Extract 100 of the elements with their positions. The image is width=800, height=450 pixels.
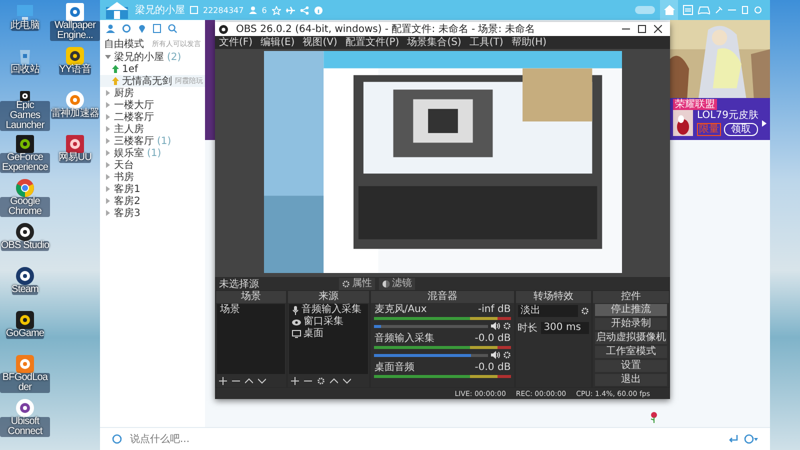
channel-count: (1) <box>147 148 162 158</box>
down-icon[interactable] <box>258 377 266 385</box>
caret-icon[interactable] <box>105 162 111 168</box>
star-icon[interactable] <box>272 6 281 14</box>
arrow-right-icon[interactable] <box>762 120 767 126</box>
caret-icon[interactable] <box>105 174 111 180</box>
volume-slider[interactable] <box>374 354 488 356</box>
up-icon[interactable] <box>330 377 338 385</box>
desktop-icon-label: Wallpaper Engine... <box>50 21 100 41</box>
channel-name[interactable]: 客房2 <box>114 196 140 206</box>
monitor-icon[interactable] <box>16 3 34 21</box>
gear-icon[interactable] <box>502 351 511 359</box>
menu-item[interactable]: 文件(F) <box>219 36 253 48</box>
gear-icon[interactable] <box>581 307 590 315</box>
person-icon[interactable] <box>106 24 115 33</box>
channel-name[interactable]: 天台 <box>114 160 134 170</box>
app-icon[interactable] <box>16 311 34 329</box>
message-field[interactable]: 说点什么吧... <box>128 432 723 446</box>
down-icon[interactable] <box>342 377 351 385</box>
add-icon[interactable] <box>290 377 299 385</box>
toolbar-button[interactable]: 属性 <box>339 278 375 290</box>
list-icon[interactable] <box>683 5 693 15</box>
app-icon[interactable] <box>66 47 84 65</box>
channel-count: (1) <box>157 136 172 146</box>
speaker-icon[interactable] <box>490 351 500 359</box>
home-tab[interactable] <box>660 0 678 20</box>
menu-item[interactable]: 帮助(H) <box>511 36 547 48</box>
menu-item[interactable]: 场景集合(S) <box>407 36 462 48</box>
channel-name[interactable]: 客房3 <box>114 208 140 218</box>
menu-item[interactable]: 视图(V) <box>302 36 338 48</box>
monitor-icon <box>292 330 301 338</box>
search-icon[interactable] <box>168 24 177 33</box>
dock-title: 场景 <box>216 291 286 303</box>
caret-icon[interactable] <box>105 138 111 144</box>
share-icon[interactable] <box>300 6 309 14</box>
add-icon[interactable] <box>219 377 227 385</box>
caret-icon[interactable] <box>105 198 111 204</box>
source-item[interactable]: 桌面 <box>304 328 324 340</box>
toolbar-button[interactable]: 滤镜 <box>379 278 415 290</box>
channel-name[interactable]: 三楼客厅 <box>114 136 154 146</box>
control-button[interactable]: 退出 <box>595 374 667 386</box>
promo-card[interactable]: 荣耀联盟 LOL79元皮肤 限量 领取 <box>670 98 770 140</box>
channel-name[interactable]: 客房1 <box>114 184 140 194</box>
channel-name[interactable]: 主人房 <box>114 124 144 134</box>
menu-item[interactable]: 工具(T) <box>469 36 504 48</box>
maximize-icon[interactable] <box>638 25 646 33</box>
claim-button[interactable]: 领取 <box>724 123 758 136</box>
speaker-icon[interactable] <box>490 322 500 330</box>
circle-logo-icon[interactable] <box>16 223 34 241</box>
close-icon[interactable] <box>654 25 662 33</box>
channel-name[interactable]: 梁兄的小屋 <box>114 52 164 62</box>
channel-name[interactable]: 二楼客厅 <box>114 112 154 122</box>
caret-icon[interactable] <box>105 54 111 60</box>
up-icon[interactable] <box>245 377 253 385</box>
app-icon[interactable] <box>16 135 34 153</box>
control-button[interactable]: 设置 <box>595 360 667 372</box>
enter-icon[interactable] <box>729 435 738 443</box>
channel-name[interactable]: 厨房 <box>114 88 134 98</box>
flower-icon[interactable] <box>650 411 658 423</box>
control-button[interactable]: 开始录制 <box>595 318 667 330</box>
gear-icon[interactable] <box>316 377 325 385</box>
channel-name[interactable]: 书房 <box>114 172 134 182</box>
scene-item[interactable]: 场景 <box>217 304 285 316</box>
level-reading: -inf dB <box>478 304 511 316</box>
menu-item[interactable]: 编辑(E) <box>260 36 295 48</box>
promo-tag: 限量 <box>697 123 722 136</box>
info-icon[interactable] <box>314 6 323 14</box>
caret-icon[interactable] <box>105 114 111 120</box>
caret-icon[interactable] <box>105 90 111 96</box>
volume-slider[interactable] <box>374 324 488 328</box>
chrome-icon[interactable] <box>16 179 34 197</box>
member-name[interactable]: 1ef <box>122 64 138 74</box>
channel-count: (2) <box>167 52 182 62</box>
caret-icon[interactable] <box>105 102 111 108</box>
circle-logo-icon[interactable] <box>16 399 34 417</box>
location-pin-icon[interactable] <box>138 24 146 33</box>
channel-name[interactable]: 一楼大厅 <box>114 100 154 110</box>
member-name[interactable]: 无情高无剑 <box>122 76 172 86</box>
control-button[interactable]: 启动虚拟摄像机 <box>595 332 667 344</box>
caret-icon[interactable] <box>105 186 111 192</box>
channel-name: 麦克风/Aux <box>374 304 427 316</box>
control-button[interactable]: 停止推流 <box>595 304 667 316</box>
person-icon <box>248 6 257 14</box>
duration-field[interactable]: 300 ms <box>540 322 590 334</box>
caret-icon[interactable] <box>105 150 111 156</box>
channel-name[interactable]: 娱乐室 <box>114 148 144 158</box>
control-button[interactable]: 工作室模式 <box>595 346 667 358</box>
circle-logo-icon[interactable] <box>16 267 34 285</box>
window-title: OBS 26.0.2 (64-bit, windows) - 配置文件: 未命名 - 场景: 未命名 <box>236 22 535 36</box>
level-reading: -0.0 dB <box>474 333 511 345</box>
room-id: 22284347 <box>203 6 244 14</box>
transition-dropdown[interactable]: 淡出 <box>518 305 578 317</box>
caret-icon[interactable] <box>105 210 111 216</box>
gear-icon[interactable] <box>502 322 511 330</box>
source-item[interactable]: 窗口采集 <box>304 316 344 328</box>
level-reading: -0.0 dB <box>474 362 511 374</box>
source-item[interactable]: 音频输入采集 <box>302 304 362 316</box>
airplane-icon[interactable] <box>286 6 295 14</box>
caret-icon[interactable] <box>105 126 111 132</box>
menu-item[interactable]: 配置文件(P) <box>345 36 400 48</box>
